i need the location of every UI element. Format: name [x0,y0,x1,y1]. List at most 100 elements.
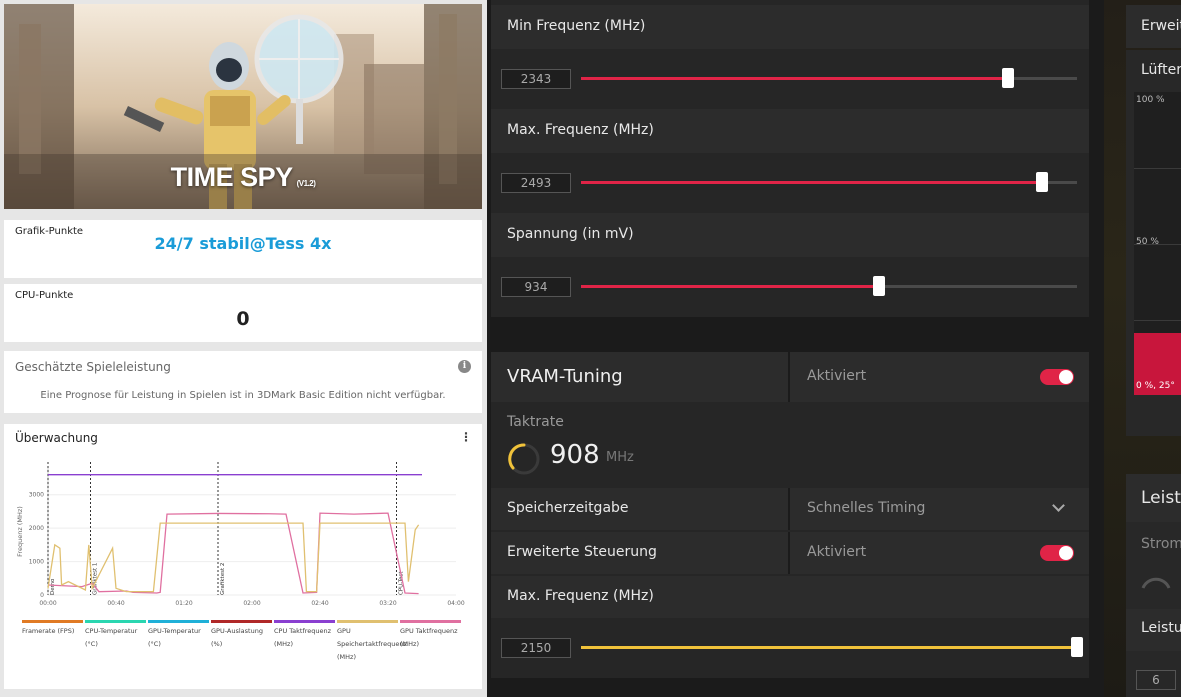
percent-50-label: 50 % [1136,237,1159,247]
y-tick-label: 3000 [29,492,44,499]
phase-marker-label: Demo [50,578,56,595]
grid-line [1134,320,1181,321]
max-frequency-slider-row: 2493 [491,161,1089,211]
legend-label: GPU-Auslastung (%) [211,627,263,648]
current-label: Strom [1141,536,1181,552]
grid-line [1134,168,1181,169]
estimate-title: Geschätzte Spieleleistung [15,360,171,374]
header-divider [788,352,790,402]
power-limit-input[interactable]: 6 [1136,670,1176,690]
mem-max-frequency-row: Max. Frequenz (MHz) [491,576,1089,618]
max-frequency-input[interactable]: 2493 [501,173,571,193]
graphics-score-card: Grafik-Punkte 24/7 stabil@Tess 4x [4,220,482,278]
mem-max-frequency-slider[interactable] [581,637,1083,657]
power-limit-label: Leistu [1141,620,1181,636]
benchmark-title: TIME SPY (V1.2) [170,162,316,192]
legend-swatch [211,620,272,623]
min-frequency-row: Min Frequenz (MHz) [491,5,1089,49]
max-frequency-slider[interactable] [581,172,1077,192]
monitoring-card: Überwachung ⋮ 3000 2000 1000 0 00:00 00:40 01:… [4,424,482,689]
power-title: Leist [1141,488,1181,508]
mem-max-frequency-label: Max. Frequenz (MHz) [507,588,654,604]
max-frequency-fill [581,181,1043,184]
legend-label: GPU-Temperatur (°C) [148,627,201,648]
legend-swatch [337,620,398,623]
mem-max-frequency-fill [581,646,1077,649]
y-tick-label: 0 [40,592,44,599]
legend-item[interactable]: CPU-Temperatur (°C) [85,620,148,664]
power-gauge-icon [1141,577,1171,589]
info-icon[interactable]: i [458,360,471,373]
monitoring-title: Überwachung [15,431,98,445]
voltage-slider[interactable] [581,276,1077,296]
voltage-fill [581,285,879,288]
min-frequency-input[interactable]: 2343 [501,69,571,89]
mem-max-frequency-slider-row: 2150 [491,626,1089,676]
legend-item[interactable]: Framerate (FPS) [22,620,85,664]
more-options-icon[interactable]: ⋮ [460,430,472,444]
cpu-score-card: CPU-Punkte 0 [4,284,482,342]
mem-max-frequency-input[interactable]: 2150 [501,638,571,658]
row-divider [788,532,790,574]
game-estimate-card: Geschätzte Spieleleistung i Eine Prognos… [4,351,482,413]
fan-tuning-pane: Erweit Lüfter 100 % 50 % 0 %, 25° Leist … [1104,0,1181,697]
memory-timing-row: Speicherzeitgabe Schnelles Timing [491,488,1089,530]
cpu-score-value: 0 [236,308,250,330]
legend-swatch [85,620,146,623]
x-tick-label: 01:20 [175,600,192,607]
vram-tuning-toggle[interactable] [1040,369,1074,385]
voltage-input[interactable]: 934 [501,277,571,297]
phase-marker-label: Grafiktest 2 [220,563,226,595]
legend-item[interactable]: GPU Taktfrequenz (MHz) [400,620,463,664]
legend-label: CPU Taktfrequenz (MHz) [274,627,332,648]
clock-gauge-icon [508,443,540,475]
voltage-handle[interactable] [872,276,885,296]
min-frequency-slider[interactable] [581,68,1077,88]
graphics-score-value: 24/7 stabil@Tess 4x [154,234,332,253]
estimate-note: Eine Prognose für Leistung in Spielen is… [40,390,446,401]
legend-swatch [22,620,83,623]
mem-max-frequency-handle[interactable] [1071,637,1083,657]
benchmark-result-pane: TIME SPY (V1.2) Grafik-Punkte 24/7 stabil… [0,0,487,697]
legend-item[interactable]: GPU-Temperatur (°C) [148,620,211,664]
x-tick-label: 02:00 [243,600,260,607]
x-tick-label: 03:20 [379,600,396,607]
legend-label: CPU-Temperatur (°C) [85,627,138,648]
row-divider [788,488,790,530]
chart-legend: Framerate (FPS) CPU-Temperatur (°C) GPU-Te… [22,620,467,664]
advanced-control-state: Aktiviert [807,544,867,560]
x-tick-label: 02:40 [311,600,328,607]
chevron-down-icon[interactable] [1052,499,1065,512]
memory-timing-dropdown[interactable]: Schnelles Timing [807,500,925,516]
advanced-control-row: Erweiterte Steuerung Aktiviert [491,532,1089,574]
voltage-slider-row: 934 [491,265,1089,315]
min-frequency-fill [581,77,1008,80]
x-tick-label: 00:40 [107,600,124,607]
clock-unit: MHz [606,450,634,465]
legend-swatch [148,620,209,623]
advanced-row: Erweit [1126,5,1181,48]
max-frequency-label: Max. Frequenz (MHz) [507,122,654,138]
clock-label: Taktrate [507,414,564,430]
x-tick-label: 00:00 [39,600,56,607]
legend-item[interactable]: GPU Speichertaktfrequenz (MHz) [337,620,407,664]
fan-label: Lüfter [1141,62,1181,78]
legend-label: GPU Speichertaktfrequenz (MHz) [337,627,407,661]
voltage-label: Spannung (in mV) [507,226,634,242]
fan-curve-panel: Lüfter 100 % 50 % 0 %, 25° [1126,50,1181,436]
vram-tuning-state: Aktiviert [807,368,867,384]
legend-item[interactable]: GPU-Auslastung (%) [211,620,274,664]
max-frequency-handle[interactable] [1036,172,1049,192]
min-frequency-handle[interactable] [1001,68,1014,88]
legend-label: GPU Taktfrequenz (MHz) [400,627,458,648]
legend-item[interactable]: CPU Taktfrequenz (MHz) [274,620,337,664]
advanced-control-toggle[interactable] [1040,545,1074,561]
series-line [47,522,420,593]
monitoring-chart: 3000 2000 1000 000:00 00:40 01:20 02:00 02:40 03… [16,462,465,607]
legend-swatch [274,620,335,623]
radeon-tuning-pane: Min Frequenz (MHz) 2343 Max. Frequenz (M… [487,0,1104,697]
y-tick-label: 1000 [29,559,44,566]
fan-point-label: 0 %, 25° [1136,381,1175,391]
clock-value: 908 [550,440,600,470]
y-tick-label: 2000 [29,525,44,532]
